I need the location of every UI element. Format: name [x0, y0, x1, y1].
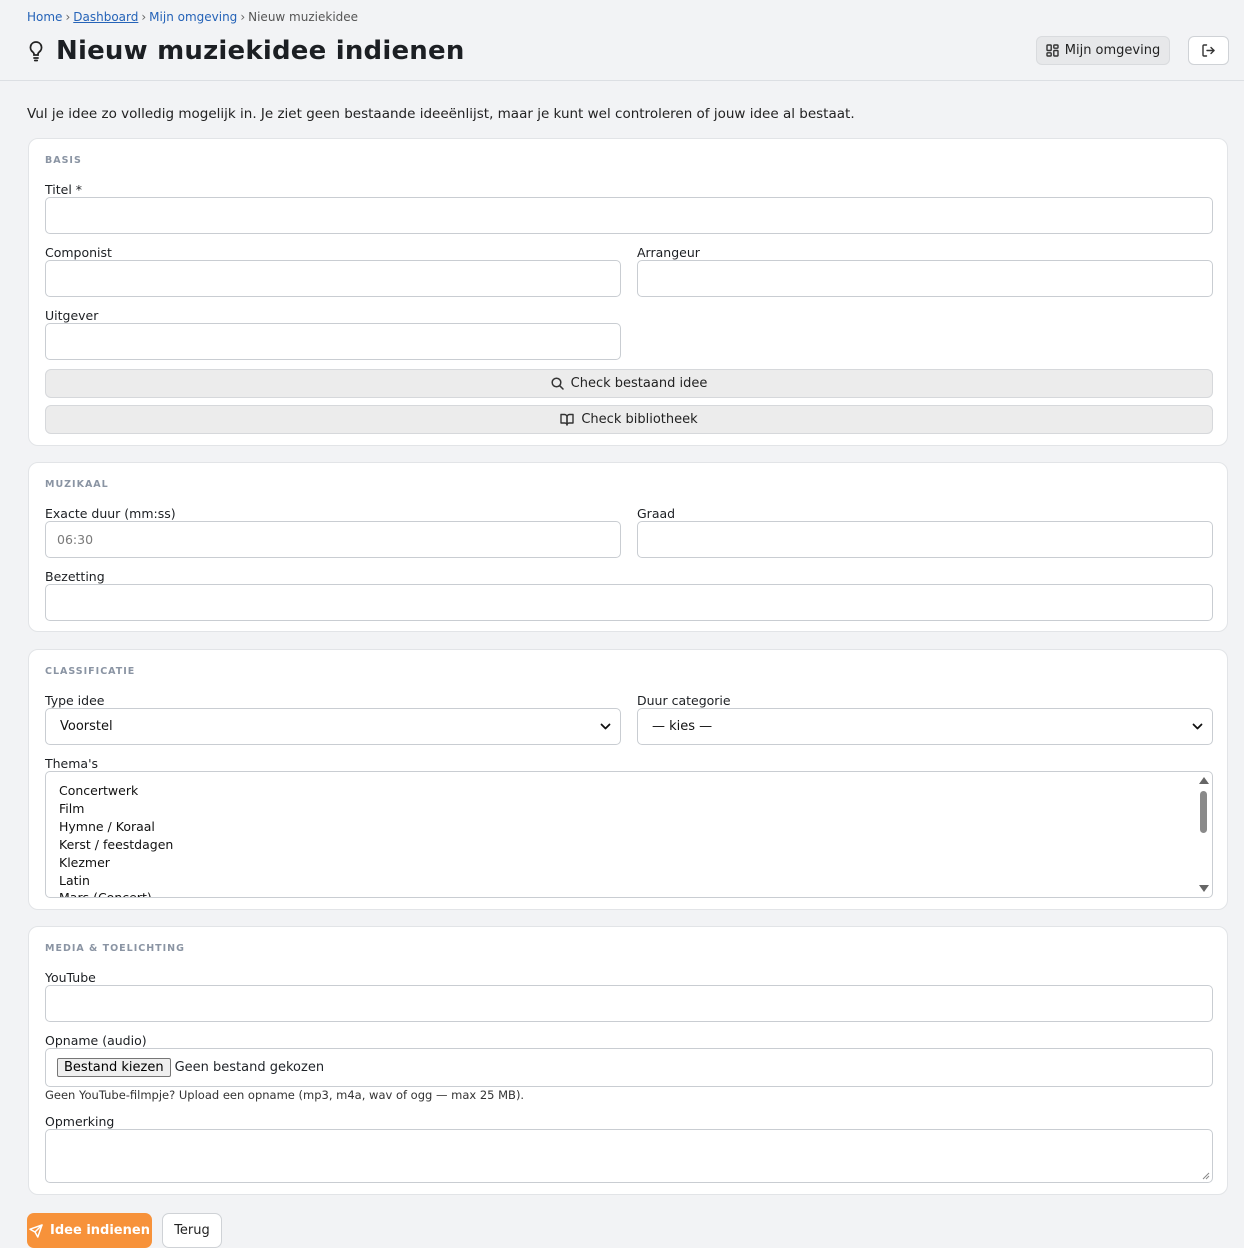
- duur-label: Exacte duur (mm:ss): [45, 506, 176, 521]
- componist-input[interactable]: [45, 260, 621, 297]
- back-button[interactable]: Terug: [162, 1213, 222, 1248]
- themas-listbox[interactable]: Concertwerk Film Hymne / Koraal Kerst / …: [45, 771, 1213, 898]
- thema-option[interactable]: Concertwerk: [59, 782, 1212, 800]
- check-idea-button[interactable]: Check bestaand idee: [45, 369, 1213, 398]
- componist-label: Componist: [45, 245, 112, 260]
- duur-categorie-select[interactable]: — kies —: [637, 708, 1213, 745]
- classificatie-card: CLASSIFICATIE Type idee Voorstel Duur ca…: [28, 649, 1228, 910]
- check-library-button[interactable]: Check bibliotheek: [45, 405, 1213, 434]
- opmerking-textarea[interactable]: [45, 1129, 1213, 1183]
- uitgever-label: Uitgever: [45, 308, 99, 323]
- file-choose-button[interactable]: Bestand kiezen: [57, 1058, 171, 1077]
- section-title-media: MEDIA & TOELICHTING: [45, 943, 185, 954]
- resize-handle-icon[interactable]: [1202, 1172, 1210, 1180]
- thema-option[interactable]: Hymne / Koraal: [59, 818, 1212, 836]
- opname-file-input: Bestand kiezen Geen bestand gekozen: [45, 1048, 1213, 1087]
- book-icon: [560, 413, 575, 426]
- type-idee-label: Type idee: [45, 693, 105, 708]
- my-environment-button[interactable]: Mijn omgeving: [1036, 36, 1170, 65]
- intro-text: Vul je idee zo volledig mogelijk in. Je …: [27, 106, 855, 122]
- scroll-thumb[interactable]: [1200, 791, 1207, 833]
- page-title: Nieuw muziekidee indienen: [56, 36, 465, 66]
- chevron-down-icon: [600, 723, 611, 730]
- logout-button[interactable]: [1188, 36, 1229, 65]
- page-header: Home › Dashboard › Mijn omgeving › Nieuw muzie…: [0, 0, 1244, 81]
- basis-card: BASIS Titel * Componist Arrangeur Uitgev…: [28, 138, 1228, 446]
- check-library-label: Check bibliotheek: [581, 412, 698, 427]
- graad-input[interactable]: [637, 521, 1213, 558]
- thema-option[interactable]: Klezmer: [59, 854, 1212, 872]
- scroll-down-arrow-icon[interactable]: [1199, 885, 1209, 892]
- section-title-muzikaal: MUZIKAAL: [45, 479, 109, 490]
- search-icon: [551, 377, 564, 390]
- submit-idea-button[interactable]: Idee indienen: [27, 1213, 152, 1248]
- duur-categorie-label: Duur categorie: [637, 693, 731, 708]
- thema-option[interactable]: Mars (Concert): [59, 889, 1212, 897]
- section-title-basis: BASIS: [45, 155, 82, 166]
- media-card: MEDIA & TOELICHTING YouTube Opname (audi…: [28, 926, 1228, 1195]
- thema-option[interactable]: Film: [59, 800, 1212, 818]
- graad-label: Graad: [637, 506, 676, 521]
- titel-input[interactable]: [45, 197, 1213, 234]
- upload-hint: Geen YouTube-filmpje? Upload een opname …: [45, 1088, 525, 1102]
- youtube-label: YouTube: [45, 970, 96, 985]
- opname-label: Opname (audio): [45, 1033, 147, 1048]
- bezetting-label: Bezetting: [45, 569, 105, 584]
- arrangeur-input[interactable]: [637, 260, 1213, 297]
- breadcrumb-dashboard[interactable]: Dashboard: [73, 10, 138, 24]
- section-title-classificatie: CLASSIFICATIE: [45, 666, 136, 677]
- duur-categorie-value: — kies —: [652, 719, 713, 734]
- muzikaal-card: MUZIKAAL Exacte duur (mm:ss) Graad Bezet…: [28, 462, 1228, 632]
- breadcrumb-home[interactable]: Home: [27, 10, 62, 24]
- type-idee-value: Voorstel: [60, 719, 113, 734]
- titel-label: Titel *: [45, 182, 83, 197]
- lightbulb-icon: [29, 41, 43, 62]
- breadcrumb: Home › Dashboard › Mijn omgeving › Nieuw muzie…: [27, 10, 359, 24]
- type-idee-select[interactable]: Voorstel: [45, 708, 621, 745]
- uitgever-input[interactable]: [45, 323, 621, 360]
- youtube-input[interactable]: [45, 985, 1213, 1022]
- send-icon: [29, 1223, 43, 1238]
- opmerking-label: Opmerking: [45, 1114, 115, 1129]
- grid-icon: [1046, 44, 1059, 57]
- chevron-down-icon: [1192, 723, 1203, 730]
- my-environment-label: Mijn omgeving: [1064, 43, 1161, 58]
- breadcrumb-environment[interactable]: Mijn omgeving: [149, 10, 237, 24]
- duur-input[interactable]: [45, 521, 621, 558]
- check-idea-label: Check bestaand idee: [570, 376, 708, 391]
- logout-icon: [1202, 44, 1215, 57]
- bezetting-input[interactable]: [45, 584, 1213, 621]
- arrangeur-label: Arrangeur: [637, 245, 700, 260]
- submit-idea-label: Idee indienen: [50, 1223, 150, 1238]
- thema-option[interactable]: Kerst / feestdagen: [59, 836, 1212, 854]
- file-status: Geen bestand gekozen: [174, 1060, 325, 1075]
- scroll-up-arrow-icon[interactable]: [1199, 777, 1209, 784]
- thema-option[interactable]: Latin: [59, 872, 1212, 890]
- themas-label: Thema's: [45, 756, 99, 771]
- themas-scrollbar[interactable]: [1196, 773, 1211, 896]
- breadcrumb-current: Nieuw muziekidee: [248, 10, 359, 24]
